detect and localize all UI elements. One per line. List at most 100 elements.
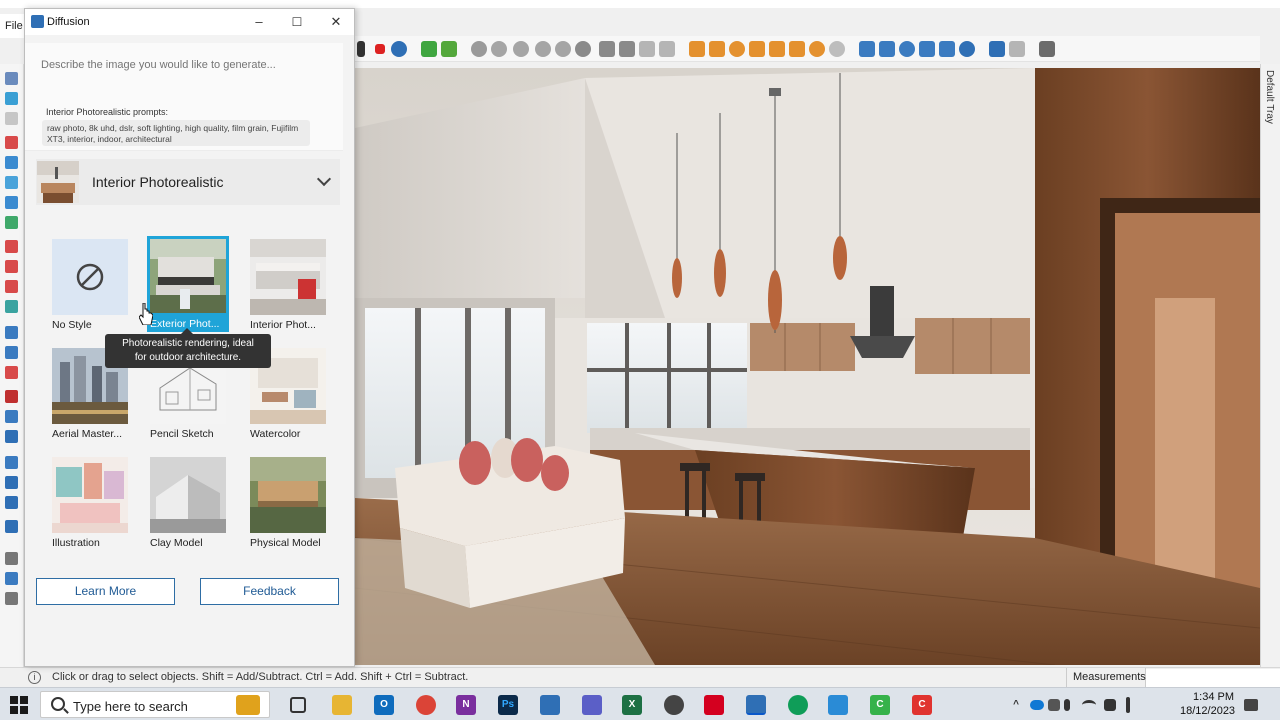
arc-tool-icon[interactable] — [5, 196, 18, 209]
cloud-upload-icon[interactable] — [899, 41, 915, 57]
onenote-icon[interactable]: N — [456, 695, 476, 715]
pencil-tool-icon[interactable] — [5, 136, 18, 149]
section-plane-icon[interactable] — [5, 520, 18, 533]
network-wifi-icon[interactable] — [1082, 700, 1096, 710]
style-card-exterior-photo[interactable]: Exterior Phot... — [147, 236, 229, 334]
viewport-render[interactable] — [355, 68, 1260, 665]
minimize-button[interactable]: – — [250, 13, 268, 31]
style-dropdown[interactable]: Interior Photorealistic — [36, 159, 340, 205]
chrome-profile-icon[interactable] — [788, 695, 808, 715]
outlook-icon[interactable]: O — [374, 695, 394, 715]
extension-leaf-icon[interactable] — [441, 41, 457, 57]
sketchup-active-icon[interactable] — [746, 695, 766, 715]
orbit-tool-icon[interactable] — [5, 390, 18, 403]
photoshop-icon[interactable]: Ps — [498, 695, 518, 715]
sandbox-stamp-icon[interactable] — [729, 41, 745, 57]
view-iso-icon[interactable] — [599, 41, 615, 57]
sandbox-flip-icon[interactable] — [789, 41, 805, 57]
view-top-icon[interactable] — [619, 41, 635, 57]
warehouse-icon[interactable] — [859, 41, 875, 57]
style-card-physical-model[interactable]: Physical Model — [249, 456, 327, 552]
circle-tool-icon[interactable] — [5, 176, 18, 189]
sandbox-grid-icon[interactable] — [829, 41, 845, 57]
default-tray-tab[interactable]: Default Tray — [1260, 64, 1280, 668]
sandbox-icon[interactable] — [689, 41, 705, 57]
axes-tool-icon[interactable] — [5, 366, 18, 379]
learn-more-button[interactable]: Learn More — [36, 578, 175, 605]
layers-icon[interactable] — [5, 552, 18, 565]
chrome-icon[interactable] — [416, 695, 436, 715]
text-tool-icon[interactable] — [5, 346, 18, 359]
settings-gear-icon[interactable] — [664, 695, 684, 715]
pan-tool-icon[interactable] — [5, 410, 18, 423]
line-tool-icon[interactable] — [5, 156, 18, 169]
measurements-input[interactable] — [1146, 669, 1280, 687]
select-tool-icon[interactable] — [5, 72, 18, 85]
style-card-no-style[interactable]: No Style — [51, 238, 129, 334]
task-view-icon[interactable] — [290, 697, 306, 713]
style-card-clay-model[interactable]: Clay Model — [149, 456, 227, 552]
microphone-icon[interactable] — [1064, 699, 1070, 711]
prompt-suggestion-chip[interactable]: raw photo, 8k uhd, dslr, soft lighting, … — [42, 120, 310, 146]
camtasia-green-icon[interactable]: C — [870, 695, 890, 715]
layout-icon[interactable] — [989, 41, 1005, 57]
sandbox-edge-icon[interactable] — [809, 41, 825, 57]
solid-tools-subtract-icon[interactable] — [491, 41, 507, 57]
pinned-folder-app-icon[interactable] — [236, 695, 260, 715]
solid-tools-split-icon[interactable] — [555, 41, 571, 57]
offset-tool-icon[interactable] — [5, 300, 18, 313]
lock-icon[interactable] — [659, 41, 675, 57]
eraser-tool-icon[interactable] — [5, 112, 18, 125]
share-model-icon[interactable] — [879, 41, 895, 57]
zoom-extents-icon[interactable] — [5, 456, 18, 469]
tray-clock[interactable]: 1:34 PM 18/12/2023 — [1180, 690, 1235, 718]
excel-icon[interactable]: X — [622, 695, 642, 715]
extension-green-icon[interactable] — [421, 41, 437, 57]
windows-start-icon[interactable] — [10, 696, 28, 714]
file-menu[interactable]: File — [0, 14, 24, 38]
record-icon[interactable] — [375, 44, 385, 54]
tray-overflow-chevron-icon[interactable]: ^ — [1010, 695, 1022, 715]
onedrive-icon[interactable] — [1030, 700, 1044, 710]
push-pull-tool-icon[interactable] — [5, 216, 18, 229]
solid-tools-union-icon[interactable] — [471, 41, 487, 57]
volume-icon[interactable] — [1104, 699, 1116, 711]
rotate-tool-icon[interactable] — [5, 260, 18, 273]
maps-app-icon[interactable] — [828, 695, 848, 715]
notification-center-icon[interactable] — [1244, 699, 1258, 711]
info-icon[interactable]: i — [28, 671, 41, 684]
tray-app-icon[interactable] — [1048, 699, 1060, 711]
tape-tool-icon[interactable] — [5, 326, 18, 339]
sandbox-detail-icon[interactable] — [769, 41, 785, 57]
zoom-tool-icon[interactable] — [5, 430, 18, 443]
walk-tool-icon[interactable] — [5, 476, 18, 489]
diffusion-titlebar[interactable]: Diffusion – ☐ ✕ — [25, 9, 354, 35]
reload-icon[interactable] — [959, 41, 975, 57]
sandbox-smoove-icon[interactable] — [709, 41, 725, 57]
prompt-input[interactable] — [41, 53, 331, 77]
ruby-console-icon[interactable] — [391, 41, 407, 57]
style-card-interior-photo[interactable]: Interior Phot... — [249, 238, 327, 334]
style-card-illustration[interactable]: Illustration — [51, 456, 129, 552]
camtasia-red-icon[interactable]: C — [912, 695, 932, 715]
scenes-icon[interactable] — [5, 592, 18, 605]
outliner-icon[interactable] — [5, 572, 18, 585]
maximize-button[interactable]: ☐ — [288, 13, 306, 31]
refresh-icon[interactable] — [575, 41, 591, 57]
extension-warehouse-icon[interactable] — [939, 41, 955, 57]
solid-tools-trim-icon[interactable] — [513, 41, 529, 57]
move-tool-icon[interactable] — [5, 240, 18, 253]
acrobat-icon[interactable] — [704, 695, 724, 715]
diffusion-toolbar-icon[interactable] — [1039, 41, 1055, 57]
play-icon[interactable] — [357, 41, 365, 57]
file-explorer-icon[interactable] — [332, 695, 352, 715]
view-front-icon[interactable] — [639, 41, 655, 57]
extension-manager-icon[interactable] — [919, 41, 935, 57]
look-around-icon[interactable] — [5, 496, 18, 509]
style-builder-icon[interactable] — [1009, 41, 1025, 57]
close-button[interactable]: ✕ — [327, 13, 345, 31]
scale-tool-icon[interactable] — [5, 280, 18, 293]
sketchup-icon[interactable] — [540, 695, 560, 715]
sandbox-drape-icon[interactable] — [749, 41, 765, 57]
paint-tool-icon[interactable] — [5, 92, 18, 105]
